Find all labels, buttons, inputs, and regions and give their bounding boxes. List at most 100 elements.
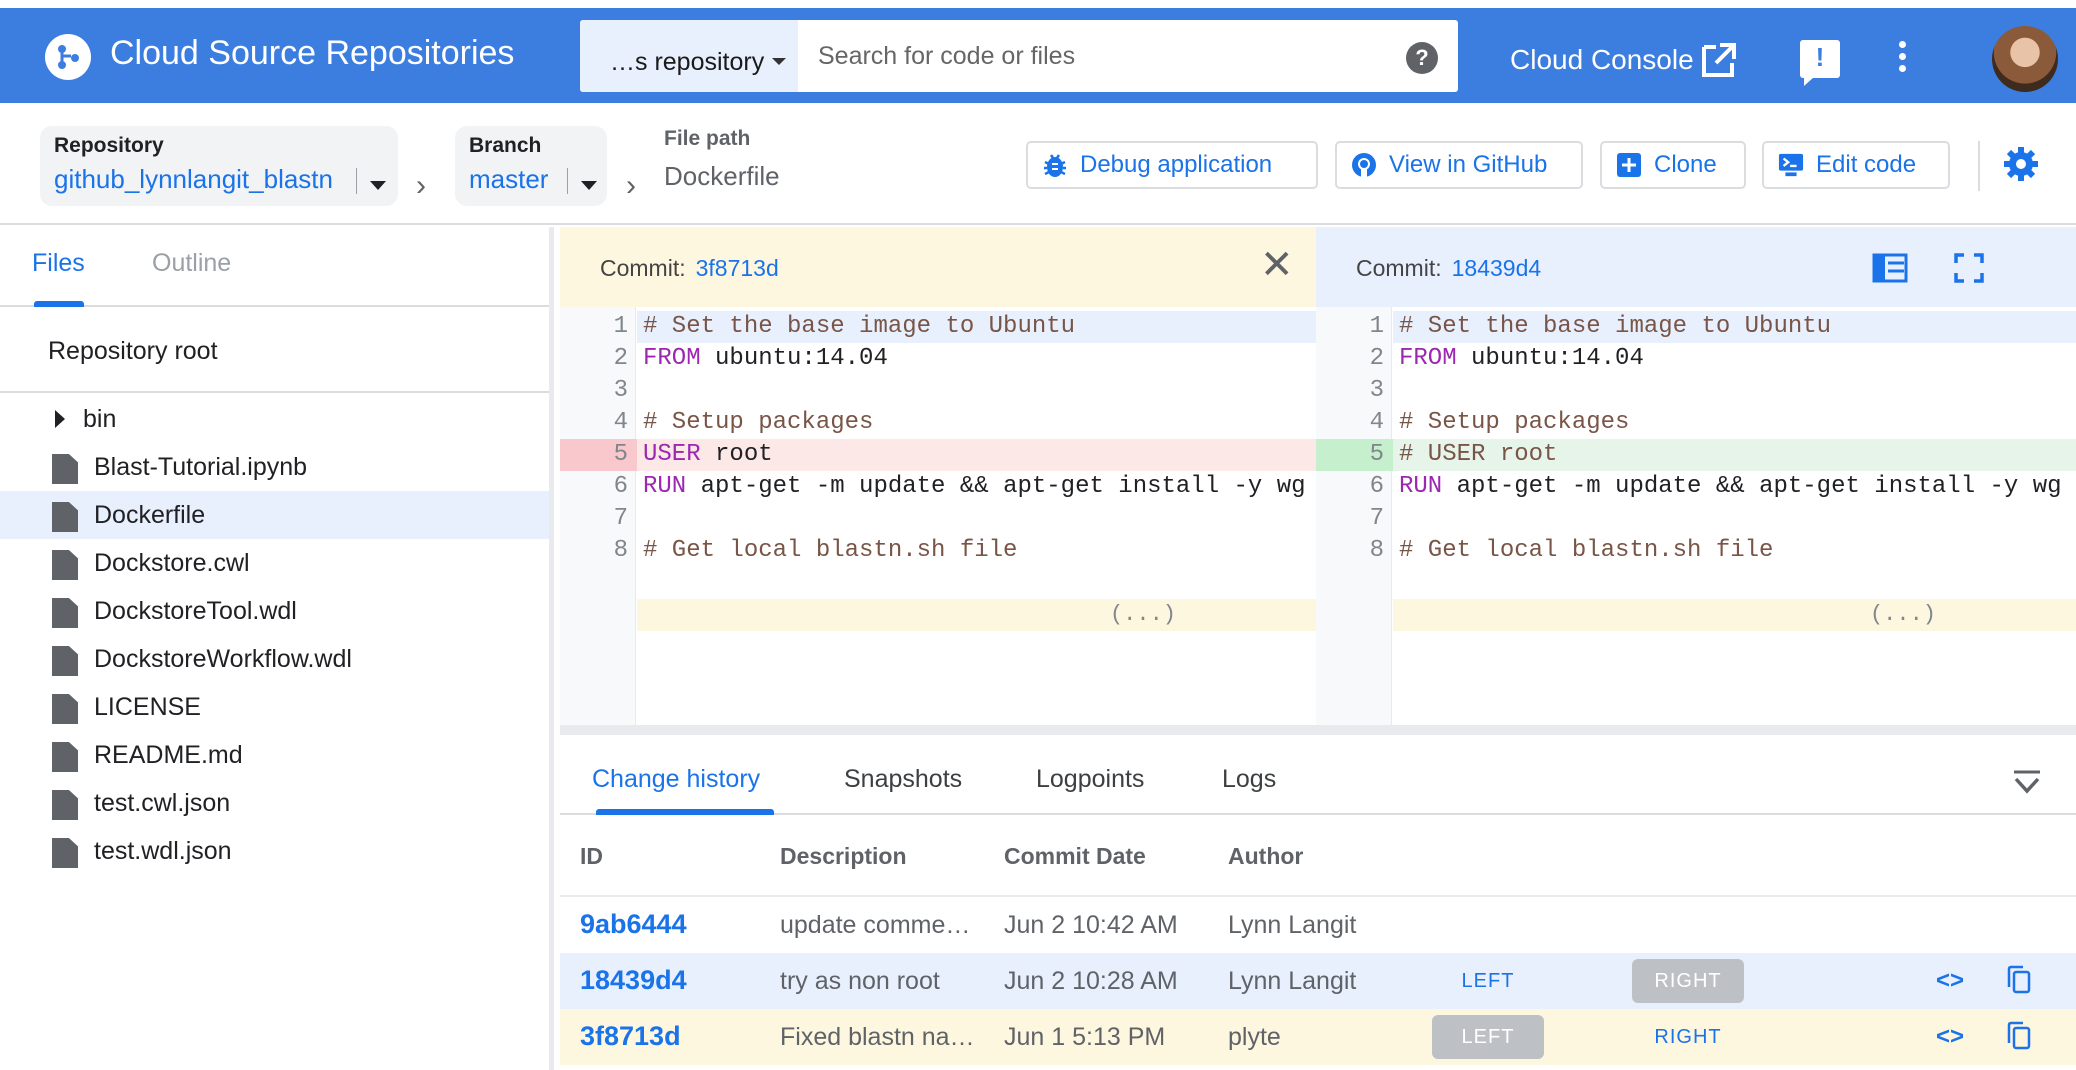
file-item[interactable]: LICENSE: [0, 683, 549, 731]
expand-arrow-icon[interactable]: [55, 410, 65, 428]
file-item[interactable]: test.wdl.json: [0, 827, 549, 875]
compare-right-button[interactable]: RIGHT: [1632, 1015, 1744, 1059]
file-name: bin: [83, 404, 117, 433]
app-title[interactable]: Cloud Source Repositories: [110, 34, 514, 73]
user-avatar[interactable]: [1992, 26, 2058, 92]
folder-item-bin[interactable]: bin: [0, 395, 549, 443]
file-icon: [52, 694, 78, 724]
file-icon: [52, 598, 78, 628]
left-code-pane[interactable]: 1 # Set the base image to Ubuntu 2 FROM ubu…: [560, 307, 1316, 725]
branch-label: Branch: [469, 134, 542, 157]
compare-right-button[interactable]: RIGHT: [1632, 959, 1744, 1003]
line-number: 4: [1369, 409, 1384, 436]
feedback-icon[interactable]: !: [1800, 40, 1840, 86]
cloud-source-repositories-logo-icon[interactable]: [45, 34, 91, 80]
cloud-console-link[interactable]: Cloud Console: [1510, 41, 1738, 79]
clone-label: Clone: [1654, 151, 1717, 178]
branch-dropdown-icon[interactable]: [581, 181, 597, 190]
file-item[interactable]: Dockstore.cwl: [0, 539, 549, 587]
tab-logs[interactable]: Logs: [1222, 765, 1276, 794]
debug-application-button[interactable]: Debug application: [1026, 141, 1318, 189]
code-keyword: FROM: [643, 345, 701, 372]
file-name: Blast-Tutorial.ipynb: [94, 452, 308, 481]
file-name: Dockerfile: [94, 500, 206, 529]
line-number: 8: [1369, 537, 1384, 564]
file-icon: [52, 454, 78, 484]
commit-author: Lynn Langit: [1228, 967, 1357, 995]
panel-splitter[interactable]: [560, 725, 2076, 735]
table-row[interactable]: 3f8713d Fixed blastn na… Jun 1 5:13 PM p…: [560, 1009, 2076, 1065]
column-header-id[interactable]: ID: [580, 843, 603, 870]
table-row[interactable]: 9ab6444 update comme… Jun 2 10:42 AM Lyn…: [560, 897, 2076, 953]
code-line: USER root: [637, 439, 1316, 471]
column-header-author[interactable]: Author: [1228, 843, 1303, 870]
commit-id-link[interactable]: 18439d4: [580, 965, 687, 996]
file-item[interactable]: test.cwl.json: [0, 779, 549, 827]
file-name: test.wdl.json: [94, 836, 232, 865]
view-in-github-label: View in GitHub: [1389, 151, 1548, 178]
search-input[interactable]: [818, 20, 1378, 92]
table-row[interactable]: 18439d4 try as non root Jun 2 10:28 AM L…: [560, 953, 2076, 1009]
more-options-icon[interactable]: [1890, 38, 1914, 78]
repository-selector[interactable]: Repository github_lynnlangit_blastn: [40, 126, 398, 206]
github-icon: [1351, 152, 1377, 178]
file-item[interactable]: Blast-Tutorial.ipynb: [0, 443, 549, 491]
view-code-icon[interactable]: <>: [1936, 1023, 1964, 1051]
tab-logpoints[interactable]: Logpoints: [1036, 765, 1144, 794]
dropdown-caret-icon: [772, 58, 786, 65]
compare-left-button[interactable]: LEFT: [1432, 959, 1544, 1003]
file-item[interactable]: DockstoreWorkflow.wdl: [0, 635, 549, 683]
tab-files[interactable]: Files: [32, 249, 85, 278]
side-panel-toggle-icon[interactable]: [1872, 253, 1908, 289]
right-commit-id[interactable]: 18439d4: [1452, 255, 1542, 281]
repository-scope-dropdown[interactable]: …s repository: [580, 20, 798, 92]
code-text: ubuntu:14.04: [1456, 345, 1644, 372]
file-item[interactable]: DockstoreTool.wdl: [0, 587, 549, 635]
breadcrumb-chevron-icon: ›: [626, 169, 636, 202]
cloud-console-label: Cloud Console: [1510, 44, 1694, 75]
column-header-description[interactable]: Description: [780, 843, 907, 870]
column-header-commit-date[interactable]: Commit Date: [1004, 843, 1146, 870]
compare-left-button[interactable]: LEFT: [1432, 1015, 1544, 1059]
branch-selector[interactable]: Branch master: [455, 126, 607, 206]
active-tab-indicator: [34, 301, 84, 307]
commit-id-link[interactable]: 9ab6444: [580, 909, 687, 940]
copy-icon[interactable]: [2006, 965, 2031, 994]
collapsed-lines-expander[interactable]: (...): [1393, 599, 2076, 631]
line-number: 7: [613, 505, 628, 532]
collapsed-lines-expander[interactable]: (...): [637, 599, 1316, 631]
repository-toolbar: Repository github_lynnlangit_blastn › Br…: [0, 103, 2076, 225]
file-name: Dockstore.cwl: [94, 548, 250, 577]
tab-change-history[interactable]: Change history: [592, 765, 760, 794]
clone-button[interactable]: Clone: [1600, 141, 1746, 189]
commit-date: Jun 1 5:13 PM: [1004, 1023, 1166, 1051]
bug-icon: [1042, 152, 1068, 178]
fullscreen-icon[interactable]: [1954, 253, 1984, 289]
edit-code-label: Edit code: [1816, 151, 1917, 178]
copy-icon[interactable]: [2006, 1021, 2031, 1050]
commit-description: Fixed blastn na…: [780, 1023, 975, 1051]
file-name: README.md: [94, 740, 243, 769]
close-icon[interactable]: ✕: [1260, 245, 1294, 285]
active-tab-indicator: [596, 809, 774, 815]
commit-id-link[interactable]: 3f8713d: [580, 1021, 681, 1052]
repository-dropdown-icon[interactable]: [370, 181, 386, 190]
settings-gear-icon[interactable]: [2002, 145, 2040, 183]
tab-snapshots[interactable]: Snapshots: [844, 765, 962, 794]
view-code-icon[interactable]: <>: [1936, 967, 1964, 995]
collapse-panel-icon[interactable]: [2012, 769, 2042, 797]
tab-outline[interactable]: Outline: [152, 249, 231, 278]
help-icon[interactable]: ?: [1406, 42, 1438, 74]
repository-root-item[interactable]: Repository root: [0, 309, 549, 393]
code-line: FROM ubuntu:14.04: [637, 343, 1316, 375]
file-item-selected[interactable]: Dockerfile: [0, 491, 549, 539]
code-line: # Setup packages: [1393, 407, 2076, 439]
right-code-pane[interactable]: 1 # Set the base image to Ubuntu 2 FROM ubu…: [1316, 307, 2076, 725]
edit-code-button[interactable]: Edit code: [1762, 141, 1950, 189]
change-history-panel: Change history Snapshots Logpoints Logs …: [560, 735, 2076, 1070]
view-in-github-button[interactable]: View in GitHub: [1335, 141, 1583, 189]
file-item[interactable]: README.md: [0, 731, 549, 779]
commit-author: Lynn Langit: [1228, 911, 1357, 939]
line-number: 2: [613, 345, 628, 372]
left-commit-id[interactable]: 3f8713d: [696, 255, 779, 281]
